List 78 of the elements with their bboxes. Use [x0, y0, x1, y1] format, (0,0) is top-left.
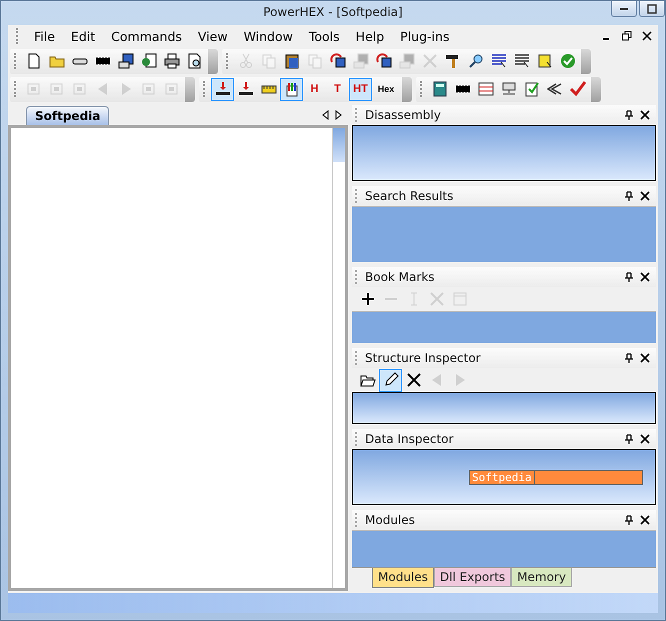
list-icon	[490, 53, 506, 69]
panel-title: Search Results	[365, 189, 454, 203]
pin-icon[interactable]	[624, 515, 634, 525]
close-icon[interactable]	[640, 353, 650, 363]
cross-icon	[428, 291, 444, 307]
scissors-icon	[238, 53, 254, 69]
panel-title: Book Marks	[365, 270, 435, 284]
pens-icon	[284, 81, 300, 97]
check-circle-icon	[560, 53, 576, 69]
panel-title: Structure Inspector	[365, 351, 481, 365]
panel-tab[interactable]: Dll Exports	[434, 568, 512, 587]
close-icon[interactable]	[642, 31, 652, 41]
restore-icon[interactable]	[622, 31, 632, 41]
minus-icon	[384, 298, 396, 300]
pin-icon[interactable]	[624, 353, 634, 363]
checklist-icon	[524, 81, 540, 97]
hammer-icon	[444, 53, 460, 69]
document-icon	[26, 53, 42, 69]
window-title: PowerHEX - [Softpedia]	[263, 5, 403, 19]
list-icon	[514, 53, 530, 69]
close-icon[interactable]	[640, 191, 650, 201]
menu-item[interactable]: Tools	[302, 28, 346, 44]
menu-item[interactable]: Edit	[64, 28, 102, 44]
clipboard-icon	[536, 53, 552, 69]
cross-icon	[422, 53, 438, 69]
pin-icon[interactable]	[624, 110, 634, 120]
pencil-button[interactable]	[379, 368, 402, 392]
pin-icon[interactable]	[624, 272, 634, 282]
arrow-icon	[546, 81, 562, 97]
magnifier-icon	[468, 53, 484, 69]
copy-icon	[306, 53, 322, 69]
window-icon	[452, 291, 468, 307]
minimize-button[interactable]	[611, 1, 637, 17]
menu-item[interactable]: File	[28, 28, 61, 44]
menu-item[interactable]: Help	[350, 28, 390, 44]
check-mark-icon	[570, 81, 586, 97]
clipboard-icon	[284, 53, 300, 69]
printer-icon	[164, 53, 180, 69]
disk-arrow-icon	[330, 53, 346, 69]
computer-icon	[500, 81, 516, 97]
pens-button[interactable]	[280, 78, 303, 100]
ruler-arrow-icon	[214, 81, 230, 97]
ruler-arrow-button[interactable]	[211, 78, 234, 100]
plus-icon	[360, 291, 376, 307]
pin-icon[interactable]	[624, 434, 634, 444]
calculator-icon	[432, 81, 448, 97]
panel-title: Data Inspector	[365, 432, 454, 446]
panel-tab[interactable]: Modules	[372, 568, 434, 588]
view-mode-button[interactable]: HT	[349, 78, 372, 100]
scrollbar[interactable]	[332, 128, 345, 588]
view-mode-button[interactable]: T	[326, 78, 349, 100]
scroll-left-icon[interactable]	[322, 110, 330, 120]
pencil-icon	[382, 372, 398, 388]
maximize-icon	[647, 4, 657, 14]
menu-item[interactable]: Plug-ins	[394, 28, 456, 44]
close-icon[interactable]	[640, 434, 650, 444]
close-icon[interactable]	[640, 110, 650, 120]
minimize-icon	[620, 8, 628, 10]
hex-button[interactable]: Hex	[372, 78, 400, 100]
copy-icon	[260, 53, 276, 69]
pin-icon[interactable]	[624, 191, 634, 201]
panel-tab[interactable]: Memory	[511, 568, 572, 587]
ruler-arrow-icon	[238, 81, 254, 97]
cross-icon	[406, 372, 422, 388]
maximize-button[interactable]	[639, 1, 665, 17]
view-mode-button[interactable]: H	[303, 78, 326, 100]
menu-item[interactable]: View	[192, 28, 234, 44]
panel-title: Disassembly	[365, 108, 441, 122]
table-icon	[478, 81, 494, 97]
disk-arrow-icon	[376, 53, 392, 69]
panel-title: Modules	[365, 513, 415, 527]
menu-item[interactable]: Commands	[105, 28, 188, 44]
scroll-right-icon[interactable]	[334, 110, 342, 120]
menu-item[interactable]: Window	[238, 28, 299, 44]
document-tab[interactable]: Softpedia	[26, 106, 110, 125]
close-icon[interactable]	[640, 515, 650, 525]
close-icon[interactable]	[640, 272, 650, 282]
magnifier-icon	[186, 53, 202, 69]
